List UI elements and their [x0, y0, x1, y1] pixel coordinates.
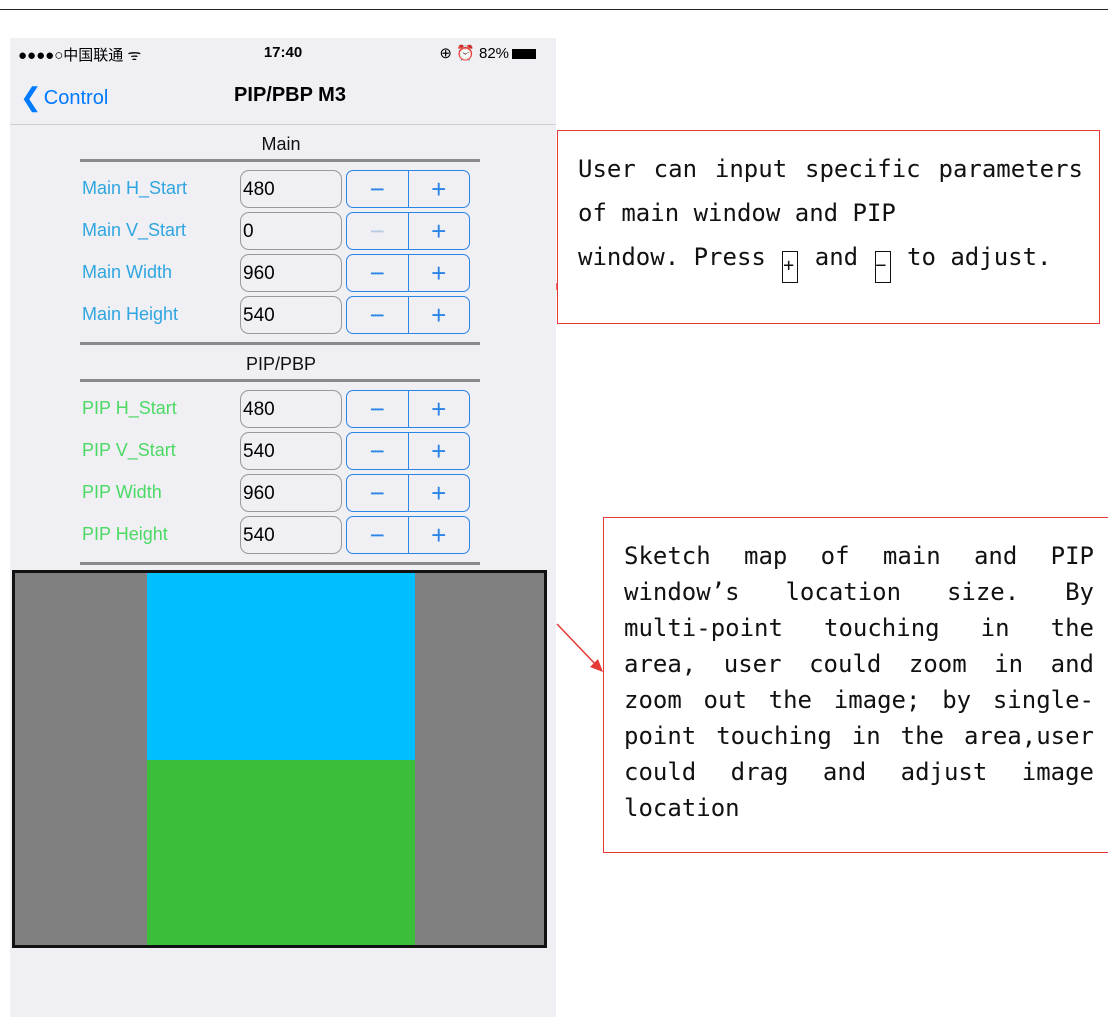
main-param-row: Main H_Start 480− +	[82, 170, 482, 208]
page-title: PIP/PBP M3	[234, 84, 346, 106]
callout-input-params: User can input specific parameters of ma…	[557, 130, 1100, 324]
pip-param-row: PIP Width 960− +	[82, 474, 482, 512]
callout-input-params-text: User can input specific parameters of ma…	[578, 147, 1083, 283]
pip-section-title: PIP/PBP	[245, 354, 317, 374]
main-section-divider	[80, 159, 480, 162]
pip-window-preview[interactable]	[147, 760, 415, 945]
pip-param-stepper[interactable]: − +	[346, 516, 470, 554]
main-param-row: Main Height 540− +	[82, 296, 482, 334]
main-param-label: Main H_Start	[82, 178, 188, 198]
main-param-value-field[interactable]: 0	[240, 212, 342, 250]
main-param-stepper[interactable]: − +	[346, 254, 470, 292]
pip-param-row: PIP H_Start 480− +	[82, 390, 482, 428]
navigation-bar: ❮ Control PIP/PBP M3	[10, 72, 556, 125]
pip-section-bottom-divider	[80, 562, 480, 565]
top-rule	[0, 9, 1108, 10]
increment-button[interactable]: +	[409, 171, 470, 207]
callout-sketch-map: Sketch map of main and PIP window’s loca…	[603, 517, 1108, 853]
pip-param-stepper[interactable]: − +	[346, 432, 470, 470]
main-param-row: Main V_Start 0− +	[82, 212, 482, 250]
increment-button[interactable]: +	[409, 433, 470, 469]
pip-param-label: PIP Width	[82, 482, 162, 502]
main-param-row: Main Width 960− +	[82, 254, 482, 292]
pip-param-row: PIP V_Start 540− +	[82, 432, 482, 470]
battery-percent: ⊕ ⏰ 82%	[439, 45, 509, 62]
minus-box-icon: −	[874, 251, 891, 283]
increment-button[interactable]: +	[409, 391, 470, 427]
increment-button[interactable]: +	[409, 297, 470, 333]
status-bar: ●●●●○中国联通 ᯤ 17:40 ⊕ ⏰ 82%	[10, 38, 556, 72]
main-section-bottom-divider	[80, 342, 480, 345]
phone-screen: ●●●●○中国联通 ᯤ 17:40 ⊕ ⏰ 82% ❮ Control PIP/P…	[10, 38, 556, 1017]
increment-button[interactable]: +	[409, 475, 470, 511]
pip-section-divider	[80, 379, 480, 382]
pip-param-value-field[interactable]: 480	[240, 390, 342, 428]
callout1-part-c: to adjust.	[892, 243, 1052, 271]
pip-param-stepper[interactable]: − +	[346, 390, 470, 428]
pip-param-label: PIP H_Start	[82, 398, 177, 418]
decrement-button[interactable]: −	[347, 391, 409, 427]
increment-button[interactable]: +	[409, 255, 470, 291]
pip-param-label: PIP V_Start	[82, 440, 176, 460]
battery-icon	[512, 49, 536, 60]
pip-param-label: PIP Height	[82, 524, 168, 544]
decrement-button[interactable]: −	[347, 255, 409, 291]
main-param-stepper[interactable]: − +	[346, 212, 470, 250]
main-section-title: Main	[261, 134, 301, 154]
increment-button[interactable]: +	[409, 213, 470, 249]
decrement-button[interactable]: −	[347, 297, 409, 333]
main-param-value-field[interactable]: 480	[240, 170, 342, 208]
main-param-stepper[interactable]: − +	[346, 170, 470, 208]
decrement-button[interactable]: −	[347, 517, 409, 553]
pip-param-value-field[interactable]: 540	[240, 516, 342, 554]
sketch-map[interactable]	[12, 570, 547, 948]
callout2-arrow-line	[556, 623, 599, 668]
increment-button[interactable]: +	[409, 517, 470, 553]
callout1-line1: User can input specific parameters of ma…	[578, 155, 1083, 227]
main-param-value-field[interactable]: 540	[240, 296, 342, 334]
callout1-part-b: and	[800, 243, 873, 271]
main-window-preview[interactable]	[147, 573, 415, 760]
pip-param-row: PIP Height 540− +	[82, 516, 482, 554]
decrement-button[interactable]: −	[347, 433, 409, 469]
callout1-part-a: window. Press	[578, 243, 781, 271]
main-param-label: Main V_Start	[82, 220, 187, 240]
plus-box-icon: +	[782, 251, 799, 283]
main-param-stepper[interactable]: − +	[346, 296, 470, 334]
main-param-label: Main Height	[82, 304, 179, 324]
callout2-arrow-head	[590, 659, 603, 672]
decrement-button[interactable]: −	[347, 475, 409, 511]
main-param-label: Main Width	[82, 262, 173, 282]
status-right: ⊕ ⏰ 82%	[439, 44, 536, 62]
main-param-value-field[interactable]: 960	[240, 254, 342, 292]
pip-param-stepper[interactable]: − +	[346, 474, 470, 512]
pip-param-value-field[interactable]: 960	[240, 474, 342, 512]
decrement-button[interactable]: −	[347, 213, 409, 249]
decrement-button[interactable]: −	[347, 171, 409, 207]
pip-param-value-field[interactable]: 540	[240, 432, 342, 470]
callout-sketch-map-text: Sketch map of main and PIP window’s loca…	[624, 542, 1094, 822]
